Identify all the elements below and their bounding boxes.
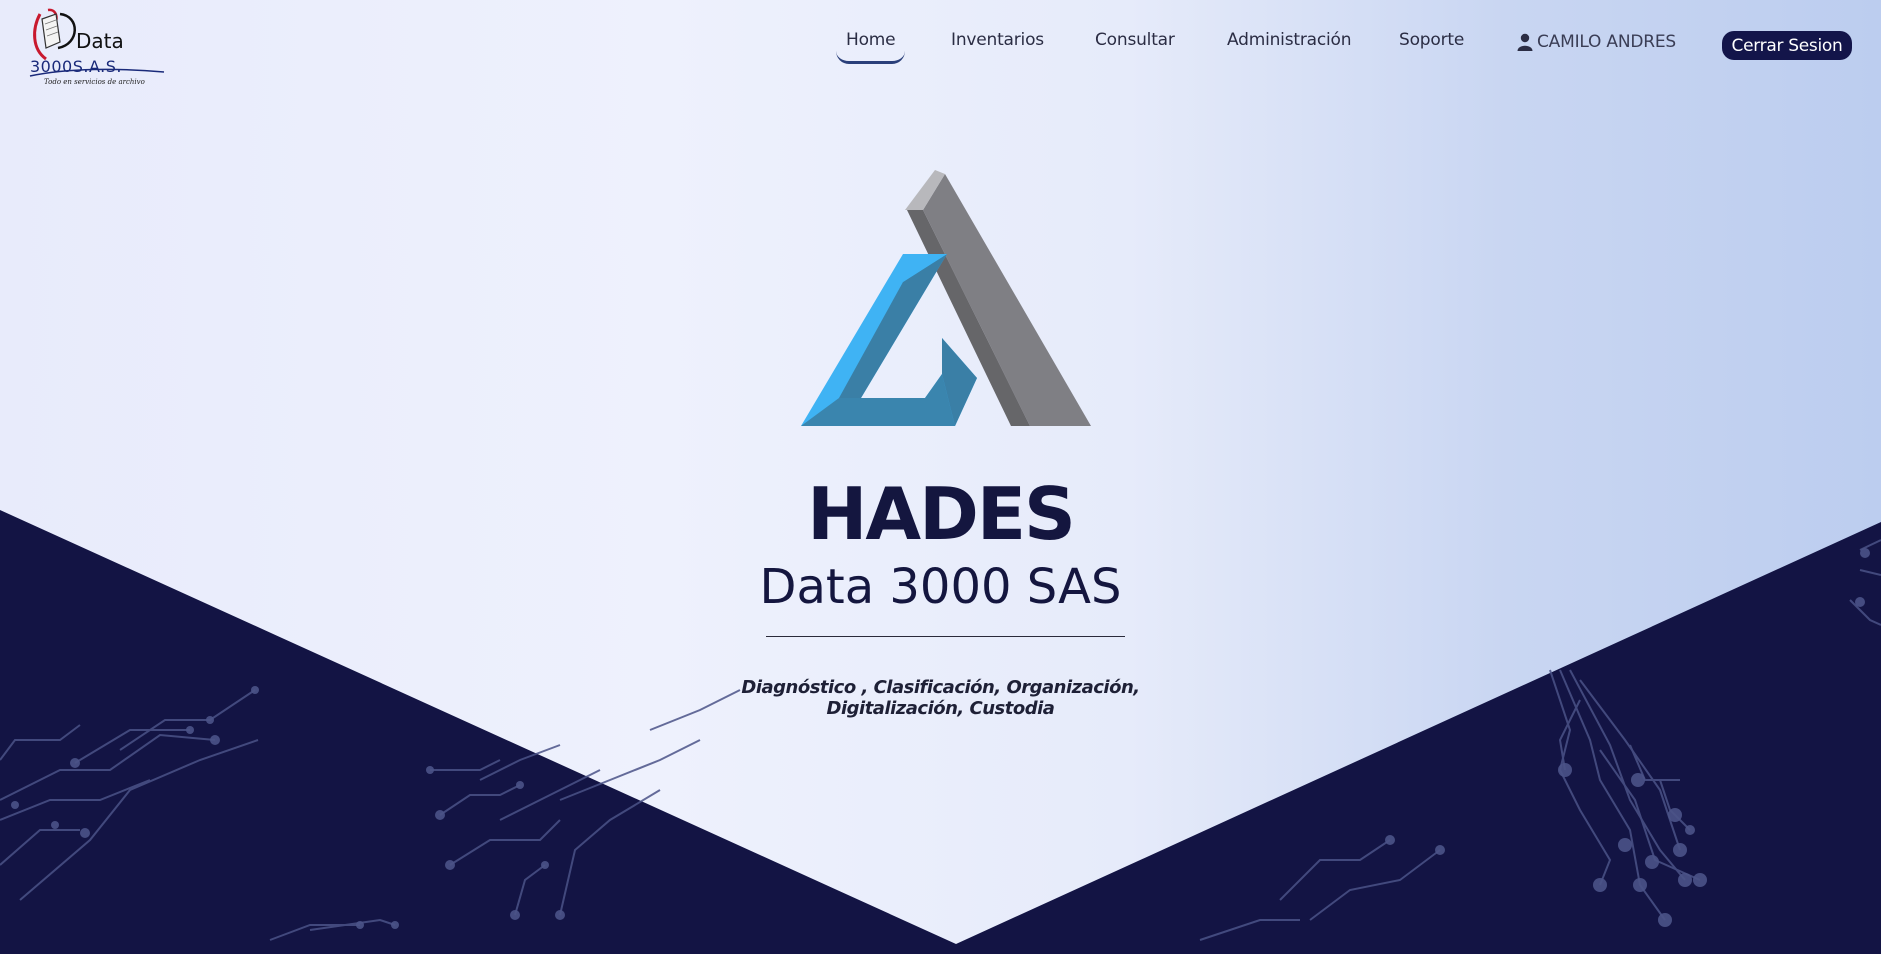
nav-consultar[interactable]: Consultar <box>1095 30 1175 50</box>
hero-title: HADES <box>807 472 1076 556</box>
logout-button[interactable]: Cerrar Sesion <box>1722 31 1852 60</box>
tagline-line-2: Digitalización, Custodia <box>826 698 1055 719</box>
user-icon <box>1517 33 1533 51</box>
nav-soporte[interactable]: Soporte <box>1399 30 1464 50</box>
home-page: Data 3000S.A.S. Todo en servicios de arc… <box>0 0 1881 954</box>
nav-inventarios[interactable]: Inventarios <box>951 30 1044 50</box>
user-name: CAMILO ANDRES <box>1537 32 1677 52</box>
tagline-line-1: Diagnóstico , Clasificación, Organizació… <box>741 677 1140 698</box>
user-menu[interactable]: CAMILO ANDRES <box>1517 32 1676 52</box>
hero-divider <box>766 636 1125 637</box>
hades-logo-icon <box>801 170 1091 426</box>
nav-administracion[interactable]: Administración <box>1227 30 1351 50</box>
logo-brand-main: Data <box>76 29 124 53</box>
top-navbar: Data 3000S.A.S. Todo en servicios de arc… <box>0 0 1881 90</box>
logo-slogan: Todo en servicios de archivo <box>44 78 145 86</box>
company-logo[interactable]: Data 3000S.A.S. Todo en servicios de arc… <box>28 4 168 88</box>
hero-tagline: Diagnóstico , Clasificación, Organizació… <box>0 677 1881 719</box>
hero-subtitle: Data 3000 SAS <box>759 559 1122 615</box>
nav-home[interactable]: Home <box>835 30 906 64</box>
